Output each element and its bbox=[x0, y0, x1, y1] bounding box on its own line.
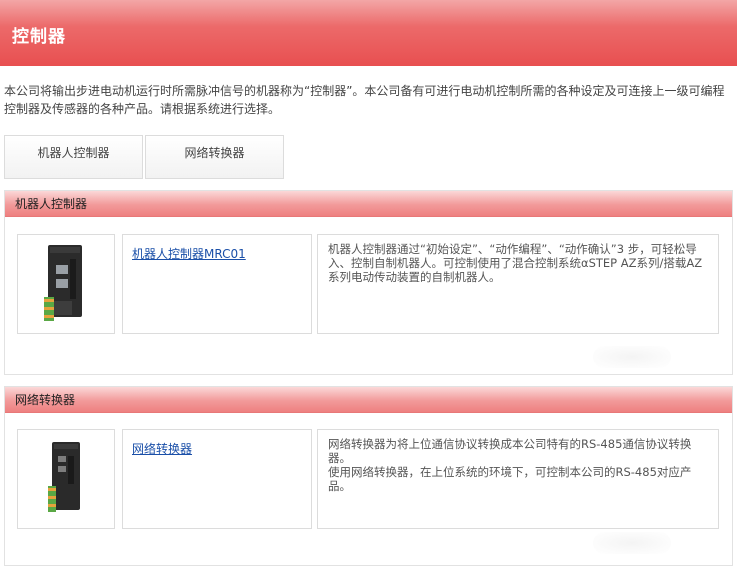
product-link-mrc01[interactable]: 机器人控制器MRC01 bbox=[132, 247, 246, 261]
product-name-cell: 机器人控制器MRC01 bbox=[122, 234, 312, 334]
section-robot-controller: 机器人控制器 机器人控制器MRC01 机器人控制器通过“初始设定”、“动作编程”… bbox=[4, 190, 733, 375]
product-name-cell: 网络转换器 bbox=[122, 429, 312, 529]
ghost-button[interactable] bbox=[593, 346, 671, 368]
product-description: 机器人控制器通过“初始设定”、“动作编程”、“动作确认”3 步，可轻松导 入、控… bbox=[317, 234, 719, 334]
page-title: 控制器 bbox=[12, 27, 66, 47]
network-converter-device-image bbox=[48, 442, 80, 512]
product-description: 网络转换器为将上位通信协议转换成本公司特有的RS-485通信协议转换器。 使用网… bbox=[317, 429, 719, 529]
section-header: 机器人控制器 bbox=[5, 191, 732, 217]
product-thumbnail[interactable] bbox=[17, 429, 115, 529]
tab-network-converter[interactable]: 网络转换器 bbox=[145, 135, 284, 179]
product-link-network-converter[interactable]: 网络转换器 bbox=[132, 442, 192, 456]
category-tabs: 机器人控制器 网络转换器 bbox=[4, 135, 286, 181]
intro-text: 本公司将输出步进电动机运行时所需脉冲信号的机器称为“控制器”。本公司备有可进行电… bbox=[4, 84, 725, 116]
tab-robot-controller[interactable]: 机器人控制器 bbox=[4, 135, 143, 179]
page-header: 控制器 bbox=[0, 0, 737, 66]
robot-controller-device-image bbox=[44, 245, 82, 321]
section-header: 网络转换器 bbox=[5, 387, 732, 413]
section-network-converter: 网络转换器 网络转换器 网络转换器为将上位通信协议转换成本公司特有的RS-485… bbox=[4, 386, 733, 566]
product-thumbnail[interactable] bbox=[17, 234, 115, 334]
ghost-button[interactable] bbox=[593, 532, 671, 554]
